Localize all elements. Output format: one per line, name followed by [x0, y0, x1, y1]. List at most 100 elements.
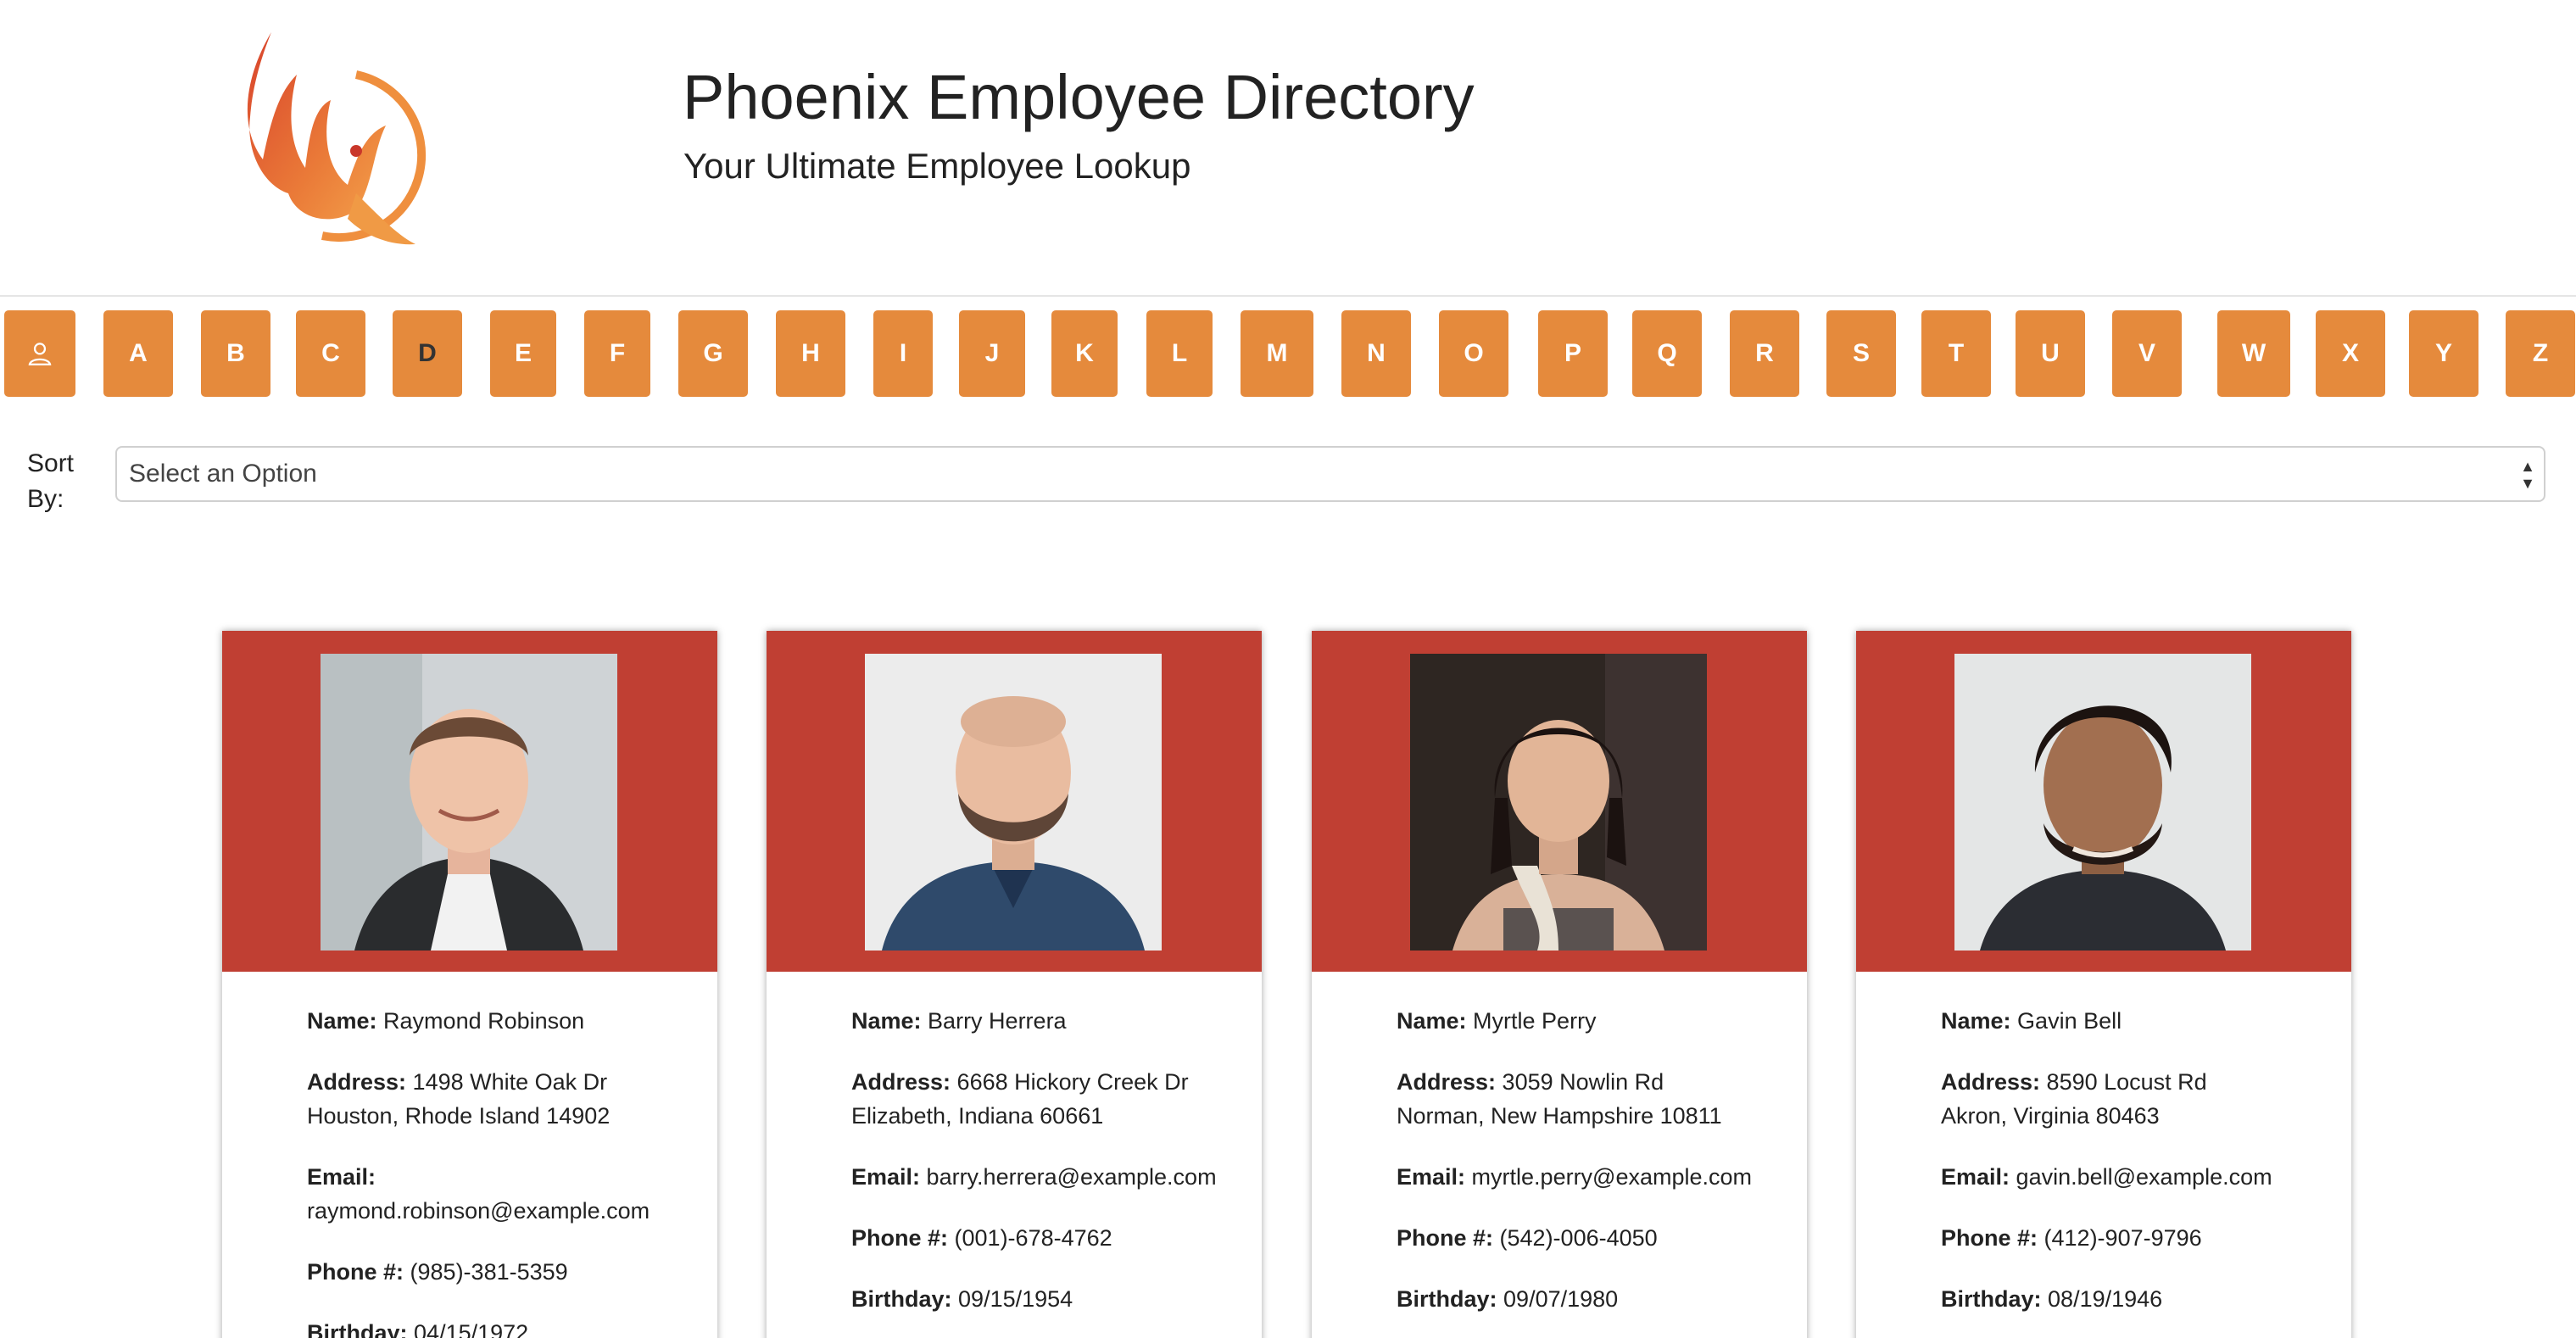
letter-button-r[interactable]: R [1730, 310, 1799, 397]
letter-button-p[interactable]: P [1538, 310, 1608, 397]
sort-label: Sort By: [27, 449, 75, 513]
employee-email: gavin.bell@example.com [2016, 1164, 2272, 1190]
letter-button-h[interactable]: H [776, 310, 845, 397]
birthday-field: Birthday: 09/07/1980 [1397, 1282, 1795, 1316]
alphabet-filter-bar: ABCDEFGHIJKLMNOPQRSTUVWXYZ [0, 310, 2576, 397]
name-label: Name: [307, 1008, 377, 1034]
card-details: Name: Gavin Bell Address: 8590 Locust Rd A… [1941, 1004, 2339, 1338]
employee-name: Gavin Bell [2017, 1008, 2122, 1034]
employee-email: barry.herrera@example.com [926, 1164, 1217, 1190]
address-label: Address: [1941, 1069, 2041, 1095]
card-header [1856, 631, 2351, 972]
email-label: Email: [307, 1164, 376, 1190]
address-label: Address: [851, 1069, 951, 1095]
phone-field: Phone #: (542)-006-4050 [1397, 1221, 1795, 1255]
letter-button-c[interactable]: C [296, 310, 365, 397]
email-label: Email: [1941, 1164, 2010, 1190]
letter-button-q[interactable]: Q [1632, 310, 1702, 397]
letter-button-f[interactable]: F [584, 310, 650, 397]
card-header [222, 631, 717, 972]
employee-name: Barry Herrera [928, 1008, 1067, 1034]
letter-button-x[interactable]: X [2316, 310, 2385, 397]
letter-button-v[interactable]: V [2112, 310, 2182, 397]
employee-email: myrtle.perry@example.com [1471, 1164, 1753, 1190]
letter-button-o[interactable]: O [1439, 310, 1508, 397]
employee-phone: (412)-907-9796 [2044, 1225, 2202, 1251]
email-field: Email: barry.herrera@example.com [851, 1160, 1250, 1194]
address-line-1: 6668 Hickory Creek Dr [956, 1069, 1189, 1095]
name-label: Name: [1397, 1008, 1467, 1034]
address-line-1: 8590 Locust Rd [2046, 1069, 2207, 1095]
letter-button-u[interactable]: U [2016, 310, 2085, 397]
employee-phone: (542)-006-4050 [1499, 1225, 1658, 1251]
employee-birthday: 09/07/1980 [1503, 1286, 1619, 1312]
letter-button-y[interactable]: Y [2409, 310, 2478, 397]
letter-button-d[interactable]: D [393, 310, 462, 397]
address-field: Address: 1498 White Oak Dr Houston, Rhode… [307, 1065, 705, 1133]
name-field: Name: Barry Herrera [851, 1004, 1250, 1038]
birthday-field: Birthday: 08/19/1946 [1941, 1282, 2339, 1316]
employee-photo [1410, 654, 1707, 951]
phone-field: Phone #: (001)-678-4762 [851, 1221, 1250, 1255]
birthday-field: Birthday: 04/15/1972 [307, 1316, 705, 1338]
letter-button-e[interactable]: E [490, 310, 556, 397]
card-details: Name: Barry Herrera Address: 6668 Hickory… [851, 1004, 1250, 1338]
employee-birthday: 09/15/1954 [958, 1286, 1073, 1312]
birthday-label: Birthday: [1941, 1286, 2042, 1312]
card-details: Name: Myrtle Perry Address: 3059 Nowlin R… [1397, 1004, 1795, 1338]
letter-button-t[interactable]: T [1921, 310, 1991, 397]
employee-birthday: 08/19/1946 [2048, 1286, 2163, 1312]
letter-button-n[interactable]: N [1341, 310, 1411, 397]
select-arrows-icon: ▲ ▼ [2520, 458, 2535, 492]
address-line-1: 1498 White Oak Dr [412, 1069, 608, 1095]
employee-phone: (985)-381-5359 [410, 1259, 568, 1285]
letter-button-k[interactable]: K [1051, 310, 1118, 397]
email-field: Email: myrtle.perry@example.com [1397, 1160, 1795, 1194]
address-line-2: Akron, Virginia 80463 [1941, 1103, 2160, 1129]
person-filter-button[interactable] [4, 310, 75, 397]
letter-button-i[interactable]: I [873, 310, 933, 397]
phone-label: Phone #: [1397, 1225, 1494, 1251]
birthday-field: Birthday: 09/15/1954 [851, 1282, 1250, 1316]
phoenix-logo-icon [247, 32, 427, 245]
letter-button-z[interactable]: Z [2506, 310, 2575, 397]
letter-button-a[interactable]: A [103, 310, 173, 397]
address-field: Address: 8590 Locust Rd Akron, Virginia 8… [1941, 1065, 2339, 1133]
page: Phoenix Employee Directory Your Ultimate… [0, 0, 2576, 1338]
name-label: Name: [1941, 1008, 2011, 1034]
name-field: Name: Raymond Robinson [307, 1004, 705, 1038]
email-field: Email: raymond.robinson@example.com [307, 1160, 705, 1228]
letter-button-g[interactable]: G [678, 310, 748, 397]
name-field: Name: Gavin Bell [1941, 1004, 2339, 1038]
letter-button-b[interactable]: B [201, 310, 270, 397]
letter-button-m[interactable]: M [1241, 310, 1313, 397]
card-header [1312, 631, 1807, 972]
employee-photo [865, 654, 1162, 951]
letter-button-s[interactable]: S [1826, 310, 1896, 397]
employee-card: Name: Raymond Robinson Address: 1498 Whit… [222, 631, 717, 1338]
address-line-2: Elizabeth, Indiana 60661 [851, 1103, 1104, 1129]
letter-button-j[interactable]: J [959, 310, 1025, 397]
phone-label: Phone #: [851, 1225, 949, 1251]
sort-select[interactable]: Select an Option ▲ ▼ [115, 446, 2545, 502]
email-label: Email: [851, 1164, 921, 1190]
phone-label: Phone #: [307, 1259, 404, 1285]
email-label: Email: [1397, 1164, 1466, 1190]
card-header [767, 631, 1262, 972]
letter-button-l[interactable]: L [1146, 310, 1213, 397]
employee-name: Myrtle Perry [1473, 1008, 1597, 1034]
employee-birthday: 04/15/1972 [414, 1320, 529, 1338]
address-line-1: 3059 Nowlin Rd [1502, 1069, 1664, 1095]
address-field: Address: 6668 Hickory Creek Dr Elizabeth,… [851, 1065, 1250, 1133]
birthday-label: Birthday: [307, 1320, 408, 1338]
employee-name: Raymond Robinson [383, 1008, 585, 1034]
email-field: Email: gavin.bell@example.com [1941, 1160, 2339, 1194]
person-icon [28, 343, 52, 365]
employee-photo [1954, 654, 2251, 951]
phone-label: Phone #: [1941, 1225, 2038, 1251]
letter-button-w[interactable]: W [2217, 310, 2290, 397]
phone-field: Phone #: (412)-907-9796 [1941, 1221, 2339, 1255]
address-label: Address: [307, 1069, 407, 1095]
name-label: Name: [851, 1008, 922, 1034]
page-subtitle: Your Ultimate Employee Lookup [683, 146, 1191, 186]
